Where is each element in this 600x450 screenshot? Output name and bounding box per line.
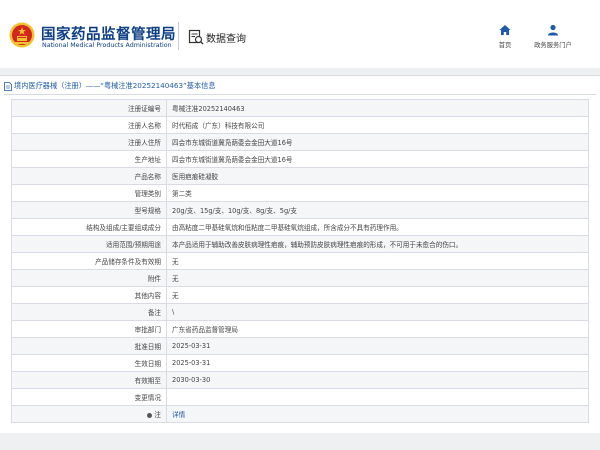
field-value: 2025-03-31 <box>166 337 589 355</box>
field-value: 20g/支、15g/支、10g/支、8g/支、5g/支 <box>166 201 589 219</box>
field-value: 本产品适用于辅助改善皮肤病理性疤痕，辅助预防皮肤病理性疤痕的形成，不可用于未愈合… <box>166 235 589 253</box>
table-row: 适用范围/预期用途 本产品适用于辅助改善皮肤病理性疤痕，辅助预防皮肤病理性疤痕的形… <box>11 235 589 253</box>
site-logo-chinese: 国家药品监督管理局 <box>41 27 176 43</box>
table-row: 产品储存条件及有效期无 <box>11 252 589 270</box>
field-label: 注册人住所 <box>11 133 167 151</box>
field-label: 管理类别 <box>11 184 167 202</box>
breadcrumb-text: 境内医疗器械（注册）——“粤械注准20252140463”基本信息 <box>14 81 216 90</box>
site-header: 国家药品监督管理局 National Medical Products Admi… <box>0 0 600 68</box>
field-value: 四会市东城街道冀凫荫委会金田大道16号 <box>166 150 589 168</box>
document-icon <box>4 81 12 91</box>
field-value: 无 <box>166 286 589 304</box>
table-row: 产品名称 医用疤痕硅凝胶 <box>11 167 589 185</box>
breadcrumb: 境内医疗器械（注册）——“粤械注准20252140463”基本信息 <box>4 80 216 92</box>
user-icon <box>548 24 558 36</box>
table-row: 注册人名称 时代稻成（广东）科技有限公司 <box>11 116 589 134</box>
field-value: 详情 <box>166 405 589 423</box>
data-query-icon <box>188 29 204 45</box>
field-value: \ <box>166 303 589 321</box>
site-logo-english: National Medical Products Administration <box>42 42 172 49</box>
nav-home[interactable]: 首页 <box>490 24 520 49</box>
table-row: 变更情况 <box>11 388 589 406</box>
field-value: 医用疤痕硅凝胶 <box>166 167 589 185</box>
table-row: 审批部门 广东省药品监督管理局 <box>11 320 589 338</box>
field-value: 2025-03-31 <box>166 354 589 372</box>
breadcrumb-divider <box>4 94 596 95</box>
bullet-icon <box>147 412 153 418</box>
field-label: 产品名称 <box>11 167 167 185</box>
field-value: 粤械注准20252140463 <box>166 99 589 117</box>
nav-government-portal[interactable]: 政务服务门户 <box>529 24 577 49</box>
table-row: 注册人住所 四会市东城街道冀凫荫委会金田大道16号 <box>11 133 589 151</box>
field-label: 适用范围/预期用途 <box>11 235 167 253</box>
table-row: 生效日期 2025-03-31 <box>11 354 589 372</box>
field-label: 备注 <box>11 303 167 321</box>
field-value: 无 <box>166 269 589 287</box>
table-row: 备注 \ <box>11 303 589 321</box>
nav-portal-label: 政务服务门户 <box>534 42 572 49</box>
table-row: 其他内容无 <box>11 286 589 304</box>
nav-home-label: 首页 <box>498 42 512 49</box>
table-row: 型号规格 20g/支、15g/支、10g/支、8g/支、5g/支 <box>11 201 589 219</box>
field-label: 审批部门 <box>11 320 167 338</box>
field-value: 无 <box>166 252 589 270</box>
home-icon <box>499 25 511 35</box>
table-row: 有效期至 2030-03-30 <box>11 371 589 389</box>
field-value: 2030-03-30 <box>166 371 589 389</box>
field-label: 注册证编号 <box>11 99 167 117</box>
field-label: 生效日期 <box>11 354 167 372</box>
header-divider <box>178 22 179 50</box>
field-label: 其他内容 <box>11 286 167 304</box>
table-row: 生产地址 四会市东城街道冀凫荫委会金田大道16号 <box>11 150 589 168</box>
field-label: 结构及组成/主要组成成分 <box>11 218 167 236</box>
field-label: 有效期至 <box>11 371 167 389</box>
table-row: 附件无 <box>11 269 589 287</box>
field-label: 生产地址 <box>11 150 167 168</box>
field-value: 第二类 <box>166 184 589 202</box>
table-row: 结构及组成/主要组成成分 由高粘度二甲基硅氧烷和低粘度二甲基硅氧烷组成，所含成分不… <box>11 218 589 236</box>
section-title: 数据查询 <box>206 34 246 45</box>
table-row: 注册证编号 粤械注准20252140463 <box>11 99 589 117</box>
table-row: 注 详情 <box>11 405 589 423</box>
field-label: 型号规格 <box>11 201 167 219</box>
field-label: 注 <box>11 405 167 423</box>
field-label: 批准日期 <box>11 337 167 355</box>
field-value: 由高粘度二甲基硅氧烷和低粘度二甲基硅氧烷组成，所含成分不具有药理作用。 <box>166 218 589 236</box>
table-row: 批准日期 2025-03-31 <box>11 337 589 355</box>
field-label: 变更情况 <box>11 388 167 406</box>
field-value: 四会市东城街道冀凫荫委会金田大道16号 <box>166 133 589 151</box>
field-label: 注册人名称 <box>11 116 167 134</box>
field-value <box>166 388 589 406</box>
table-row: 管理类别 第二类 <box>11 184 589 202</box>
national-emblem-icon <box>9 22 35 48</box>
details-link[interactable]: 详情 <box>172 411 185 419</box>
registration-detail-table: 注册证编号 粤械注准20252140463 注册人名称 时代稻成（广东）科技有限公司… <box>11 99 589 423</box>
field-label: 附件 <box>11 269 167 287</box>
field-label: 产品储存条件及有效期 <box>11 252 167 270</box>
field-value: 时代稻成（广东）科技有限公司 <box>166 116 589 134</box>
field-value: 广东省药品监督管理局 <box>166 320 589 338</box>
note-label: 注 <box>154 411 161 419</box>
